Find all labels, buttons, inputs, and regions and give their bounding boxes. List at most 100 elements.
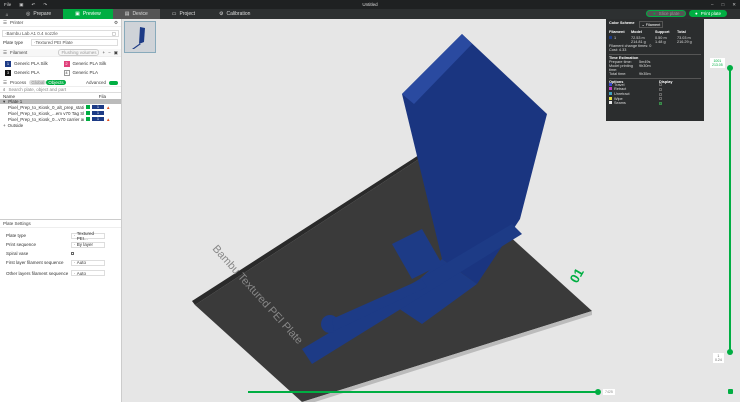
- visible-checkbox[interactable]: [86, 117, 90, 121]
- display-checkbox[interactable]: [659, 97, 662, 101]
- filament-swatch[interactable]: 3: [5, 69, 11, 76]
- filament-name: Generic PLA: [14, 70, 40, 75]
- setting-row: Print sequence · By layer: [0, 240, 121, 249]
- close-icon[interactable]: ✕: [732, 2, 736, 8]
- color-scheme-select[interactable]: ⌄ Filament: [638, 21, 664, 28]
- setting-select[interactable]: · By layer: [71, 241, 105, 248]
- save-icon[interactable]: ▣: [19, 2, 23, 8]
- layer-slider-bottom-handle[interactable]: [727, 349, 733, 355]
- setting-label: First layer filament sequence: [6, 260, 64, 265]
- move-slider-handle[interactable]: [595, 389, 601, 395]
- setting-label: Spiral vase: [6, 251, 29, 256]
- filament-swatch[interactable]: 4: [63, 69, 70, 76]
- time-value: 9h30m: [639, 64, 651, 68]
- move-slider-value: 7425: [603, 389, 615, 395]
- col-header: Model: [631, 30, 642, 34]
- title-bar: File ▣ ↶ ↷ Untitled – □ ✕: [0, 0, 740, 9]
- cost: Cost: 4.33: [609, 48, 627, 52]
- slice-plate-button[interactable]: ● Slice plate: [646, 10, 687, 17]
- option-name: Unretract: [614, 92, 630, 97]
- setting-value: By layer: [76, 242, 94, 247]
- plate-name: Plate 1: [8, 99, 23, 104]
- filament-item[interactable]: 3 Generic PLA: [2, 68, 61, 77]
- device-icon: ▤: [124, 11, 130, 17]
- layer-slider-top-handle[interactable]: [727, 65, 733, 71]
- print-label: Print plate: [700, 11, 721, 16]
- option-row[interactable]: Seams: [609, 101, 701, 106]
- outside-row[interactable]: + Outside: [0, 122, 121, 128]
- object-name: Pixel_Prep_to_Kiosk_0...v70 carrier arm.…: [8, 116, 84, 122]
- advanced-switch[interactable]: [109, 80, 118, 85]
- visible-checkbox[interactable]: [86, 105, 90, 109]
- setting-select[interactable]: · Textured PEI...: [71, 230, 105, 241]
- filament-section-header: ☰ Filament Flushing volumes + − ▣: [0, 49, 121, 57]
- warning-icon: ▲: [106, 116, 111, 122]
- model-usage: 72.53 m 214.81 g: [631, 36, 646, 44]
- plate-settings-header: Plate Settings: [0, 220, 121, 228]
- save-icon[interactable]: ▣: [114, 50, 118, 56]
- filament-select[interactable]: 1: [92, 117, 104, 121]
- printer-name: Bambu Lab A1 0.4 nozzle: [6, 31, 58, 36]
- setting-row: Other layers filament sequence · Auto: [0, 267, 121, 279]
- filament-swatch[interactable]: 2: [63, 60, 70, 67]
- layer-slider[interactable]: [729, 68, 731, 354]
- filament-item[interactable]: 1 Generic PLA Silk: [2, 59, 61, 68]
- remove-icon[interactable]: −: [108, 50, 111, 55]
- bottom-layer-height: 0.24: [715, 358, 722, 362]
- tab-project[interactable]: ▭ Project: [160, 9, 207, 19]
- time-value: 9h35m: [639, 72, 651, 76]
- filament-item[interactable]: 4 Generic PLA: [61, 68, 120, 77]
- undo-icon[interactable]: ↶: [32, 2, 36, 8]
- add-icon[interactable]: +: [102, 50, 105, 55]
- wipe-swatch: [609, 96, 612, 100]
- maximize-icon[interactable]: □: [722, 2, 725, 7]
- gcode-legend-panel: Color Scheme ⌄ Filament Filament Model Supp…: [606, 19, 704, 121]
- display-checkbox-checked[interactable]: [659, 101, 662, 105]
- bottom-layer-label: 1 0.24: [713, 353, 724, 363]
- visible-checkbox[interactable]: [86, 111, 90, 115]
- tab-device[interactable]: ▤ Device: [112, 9, 160, 19]
- display-checkbox[interactable]: [659, 83, 662, 87]
- spiral-vase-checkbox[interactable]: [71, 252, 74, 255]
- objects-toggle[interactable]: Objects: [46, 80, 66, 85]
- plate-type-select[interactable]: · Textured PEI Plate: [31, 39, 118, 46]
- object-name: Pixel_Prep_to_Kiosk_0_alt_prep_station.s…: [8, 104, 84, 110]
- plate-type-row: Plate type · Textured PEI Plate: [0, 38, 121, 47]
- tab-calibration[interactable]: ⚙ Calibration: [207, 9, 262, 19]
- color-scheme-label: Color Scheme: [609, 21, 635, 25]
- section-title: Plate Settings: [3, 221, 31, 226]
- prepare-icon: ◎: [26, 11, 31, 17]
- print-plate-button[interactable]: ● Print plate: [689, 10, 727, 17]
- filament-select[interactable]: 1: [92, 111, 104, 115]
- process-icon: ☰: [3, 79, 8, 85]
- minimize-icon[interactable]: –: [711, 2, 714, 7]
- setting-select[interactable]: · Auto: [71, 270, 105, 276]
- search-input[interactable]: Search plate, object and part: [9, 87, 67, 92]
- display-checkbox[interactable]: [659, 92, 662, 96]
- layer-settings-icon[interactable]: [728, 389, 733, 394]
- printer-section-header: ☰ Printer ⚙: [0, 19, 121, 27]
- setting-select[interactable]: · Auto: [71, 259, 105, 266]
- global-toggle[interactable]: Global: [29, 80, 47, 85]
- filament-swatch[interactable]: 1: [5, 60, 11, 67]
- tab-label: Preview: [82, 11, 101, 17]
- option-name: Wipe: [614, 96, 623, 101]
- object-list: Pixel_Prep_to_Kiosk_0_alt_prep_station.s…: [0, 104, 121, 128]
- settings-icon[interactable]: ⚙: [114, 20, 118, 26]
- filament-select[interactable]: 1: [92, 105, 104, 109]
- menu-file[interactable]: File: [4, 2, 11, 7]
- home-icon[interactable]: ⌂: [0, 9, 14, 19]
- printer-select[interactable]: · Bambu Lab A1 0.4 nozzle ▢: [2, 30, 119, 37]
- tab-prepare[interactable]: ◎ Prepare: [14, 9, 63, 19]
- display-checkbox[interactable]: [659, 87, 662, 91]
- setting-value: Textured PEI...: [76, 230, 95, 241]
- col-header: Filament: [609, 30, 625, 34]
- filament-color-swatch: [609, 36, 612, 39]
- redo-icon[interactable]: ↷: [43, 2, 47, 8]
- flushing-volumes-button[interactable]: Flushing volumes: [58, 49, 100, 56]
- build-plate: [195, 157, 592, 402]
- filament-item[interactable]: 2 Generic PLA Silk: [61, 59, 120, 68]
- edit-icon[interactable]: ▢: [112, 31, 116, 37]
- move-slider[interactable]: [248, 391, 598, 393]
- tab-preview[interactable]: ▣ Preview: [63, 9, 113, 19]
